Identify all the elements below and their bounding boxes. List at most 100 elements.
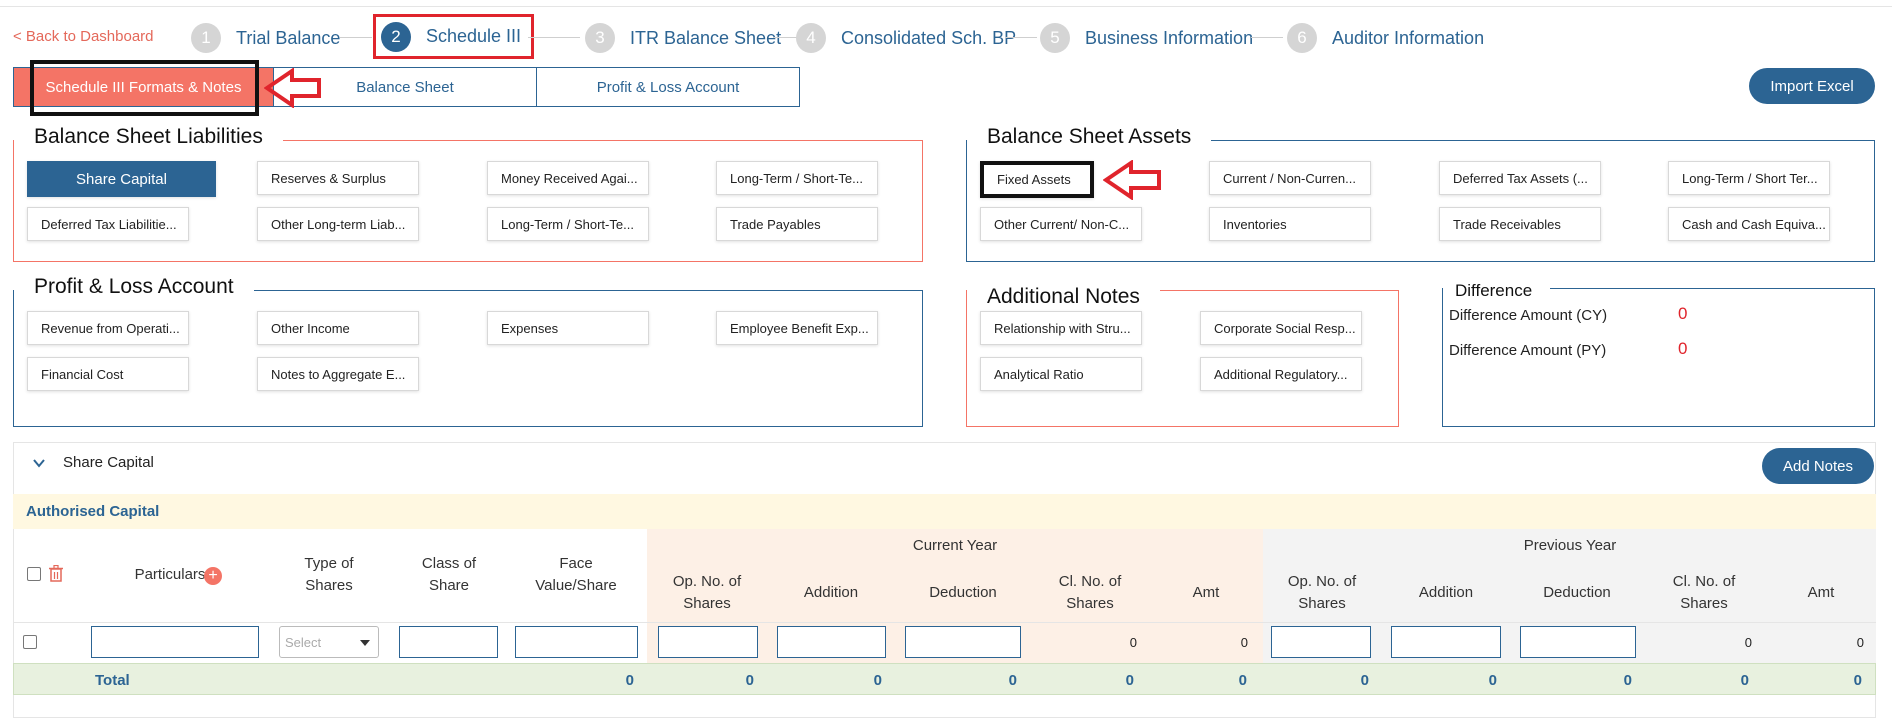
step-trial-balance[interactable]: 1 Trial Balance bbox=[191, 21, 340, 55]
cy-addition-input[interactable] bbox=[777, 626, 886, 658]
other-income-button[interactable]: Other Income bbox=[257, 311, 419, 345]
section-header[interactable]: Share Capital bbox=[33, 454, 154, 471]
highlight-box bbox=[30, 60, 259, 116]
revenue-from-operations-button[interactable]: Revenue from Operati... bbox=[27, 311, 189, 345]
other-long-term-liabilities-button[interactable]: Other Long-term Liab... bbox=[257, 207, 419, 241]
step-number: 3 bbox=[585, 23, 615, 53]
step-number: 5 bbox=[1040, 23, 1070, 53]
difference-cy-value: 0 bbox=[1678, 304, 1688, 323]
money-received-button[interactable]: Money Received Agai... bbox=[487, 161, 649, 195]
notes-to-aggregate-button[interactable]: Notes to Aggregate E... bbox=[257, 357, 419, 391]
caret-down-icon bbox=[360, 640, 370, 646]
step-auditor-information[interactable]: 6 Auditor Information bbox=[1287, 21, 1484, 55]
difference-cy-label: Difference Amount (CY) bbox=[1449, 307, 1608, 324]
total-cy-cl-no: 0 bbox=[1125, 672, 1134, 689]
col-cy-op-no: Op. No. of Shares bbox=[657, 571, 757, 615]
trash-icon[interactable] bbox=[49, 565, 63, 582]
total-py-deduction: 0 bbox=[1623, 672, 1632, 689]
tab-profit-loss-account[interactable]: Profit & Loss Account bbox=[537, 68, 799, 106]
panel-title: Additional Notes bbox=[967, 285, 1160, 309]
share-capital-button[interactable]: Share Capital bbox=[27, 161, 216, 197]
col-py-cl-no: Cl. No. of Shares bbox=[1654, 571, 1754, 615]
col-text: Shares bbox=[683, 595, 731, 612]
total-py-amt: 0 bbox=[1853, 672, 1862, 689]
col-py-addition: Addition bbox=[1418, 584, 1474, 601]
liabilities-panel: Balance Sheet Liabilities bbox=[13, 125, 923, 262]
other-current-non-current-assets-button[interactable]: Other Current/ Non-C... bbox=[980, 207, 1142, 241]
cy-amt-value: 0 bbox=[1240, 635, 1248, 650]
step-itr-balance-sheet[interactable]: 3 ITR Balance Sheet bbox=[585, 21, 781, 55]
step-connector bbox=[528, 37, 580, 38]
particulars-input[interactable] bbox=[91, 626, 259, 658]
class-of-share-input[interactable] bbox=[399, 626, 498, 658]
step-number: 2 bbox=[381, 21, 411, 52]
col-text: Value/Share bbox=[535, 577, 617, 594]
difference-py-value: 0 bbox=[1678, 339, 1688, 358]
py-cl-no-value: 0 bbox=[1744, 635, 1752, 650]
col-cy-addition: Addition bbox=[803, 584, 859, 601]
row-checkbox[interactable] bbox=[23, 635, 37, 649]
deferred-tax-liabilities-button[interactable]: Deferred Tax Liabilitie... bbox=[27, 207, 189, 241]
py-addition-input[interactable] bbox=[1391, 626, 1501, 658]
step-connector bbox=[340, 37, 372, 38]
col-text: Shares bbox=[305, 577, 353, 594]
long-short-term-loans-button[interactable]: Long-Term / Short Ter... bbox=[1668, 161, 1830, 195]
panel-title: Balance Sheet Liabilities bbox=[14, 125, 283, 149]
cash-equivalents-button[interactable]: Cash and Cash Equiva... bbox=[1668, 207, 1830, 241]
step-business-information[interactable]: 5 Business Information bbox=[1040, 21, 1253, 55]
col-py-deduction: Deduction bbox=[1543, 584, 1611, 601]
step-consolidated-sch-bp[interactable]: 4 Consolidated Sch. BP bbox=[796, 21, 1016, 55]
fixed-assets-button[interactable]: Fixed Assets bbox=[980, 161, 1094, 198]
trade-payables-button[interactable]: Trade Payables bbox=[716, 207, 878, 241]
expenses-button[interactable]: Expenses bbox=[487, 311, 649, 345]
add-notes-button[interactable]: Add Notes bbox=[1762, 448, 1874, 484]
col-text: Class of bbox=[421, 555, 477, 572]
long-short-term-borrowings-button[interactable]: Long-Term / Short-Te... bbox=[716, 161, 878, 195]
analytical-ratio-button[interactable]: Analytical Ratio bbox=[980, 357, 1142, 391]
import-excel-button[interactable]: Import Excel bbox=[1749, 68, 1875, 104]
step-number: 1 bbox=[191, 23, 221, 53]
col-class-of-share: Class of Share bbox=[399, 553, 499, 597]
cy-op-no-input[interactable] bbox=[658, 626, 758, 658]
step-connector bbox=[1251, 37, 1283, 38]
col-py-op-no: Op. No. of Shares bbox=[1272, 571, 1372, 615]
employee-benefit-expense-button[interactable]: Employee Benefit Exp... bbox=[716, 311, 878, 345]
cy-deduction-input[interactable] bbox=[905, 626, 1021, 658]
relationship-with-struck-off-button[interactable]: Relationship with Stru... bbox=[980, 311, 1142, 345]
step-connector bbox=[773, 37, 797, 38]
type-of-shares-select[interactable]: Select bbox=[279, 626, 379, 658]
authorised-capital-bar: Authorised Capital bbox=[13, 494, 1876, 529]
face-value-input[interactable] bbox=[515, 626, 638, 658]
top-border bbox=[0, 0, 1892, 7]
col-text: Op. No. of bbox=[1287, 573, 1357, 590]
annotation-arrow-icon bbox=[1103, 160, 1161, 200]
col-text: Shares bbox=[1680, 595, 1728, 612]
step-label: Consolidated Sch. BP bbox=[841, 27, 1017, 48]
py-deduction-input[interactable] bbox=[1520, 626, 1636, 658]
panel-title: Balance Sheet Assets bbox=[967, 125, 1212, 149]
financial-cost-button[interactable]: Financial Cost bbox=[27, 357, 189, 391]
deferred-tax-assets-button[interactable]: Deferred Tax Assets (... bbox=[1439, 161, 1601, 195]
assets-panel: Balance Sheet Assets bbox=[966, 125, 1875, 262]
add-row-icon[interactable]: + bbox=[204, 567, 222, 585]
current-non-current-investments-button[interactable]: Current / Non-Curren... bbox=[1209, 161, 1371, 195]
additional-regulatory-button[interactable]: Additional Regulatory... bbox=[1200, 357, 1362, 391]
col-py-amt: Amt bbox=[1807, 584, 1835, 601]
py-op-no-input[interactable] bbox=[1271, 626, 1371, 658]
long-short-term-provisions-button[interactable]: Long-Term / Short-Te... bbox=[487, 207, 649, 241]
row-divider bbox=[13, 622, 1876, 623]
total-py-cl-no: 0 bbox=[1740, 672, 1749, 689]
step-number: 6 bbox=[1287, 23, 1317, 53]
step-schedule-iii[interactable]: 2 Schedule III bbox=[373, 14, 535, 59]
subsection-title: Authorised Capital bbox=[26, 503, 160, 520]
total-py-addition: 0 bbox=[1488, 672, 1497, 689]
trade-receivables-button[interactable]: Trade Receivables bbox=[1439, 207, 1601, 241]
inventories-button[interactable]: Inventories bbox=[1209, 207, 1371, 241]
select-all-checkbox[interactable] bbox=[27, 567, 41, 581]
back-to-dashboard-link[interactable]: < Back to Dashboard bbox=[13, 28, 154, 45]
step-number: 4 bbox=[796, 23, 826, 53]
reserves-surplus-button[interactable]: Reserves & Surplus bbox=[257, 161, 419, 195]
col-cy-cl-no: Cl. No. of Shares bbox=[1040, 571, 1140, 615]
col-text: Share bbox=[428, 577, 470, 594]
corporate-social-responsibility-button[interactable]: Corporate Social Resp... bbox=[1200, 311, 1362, 345]
